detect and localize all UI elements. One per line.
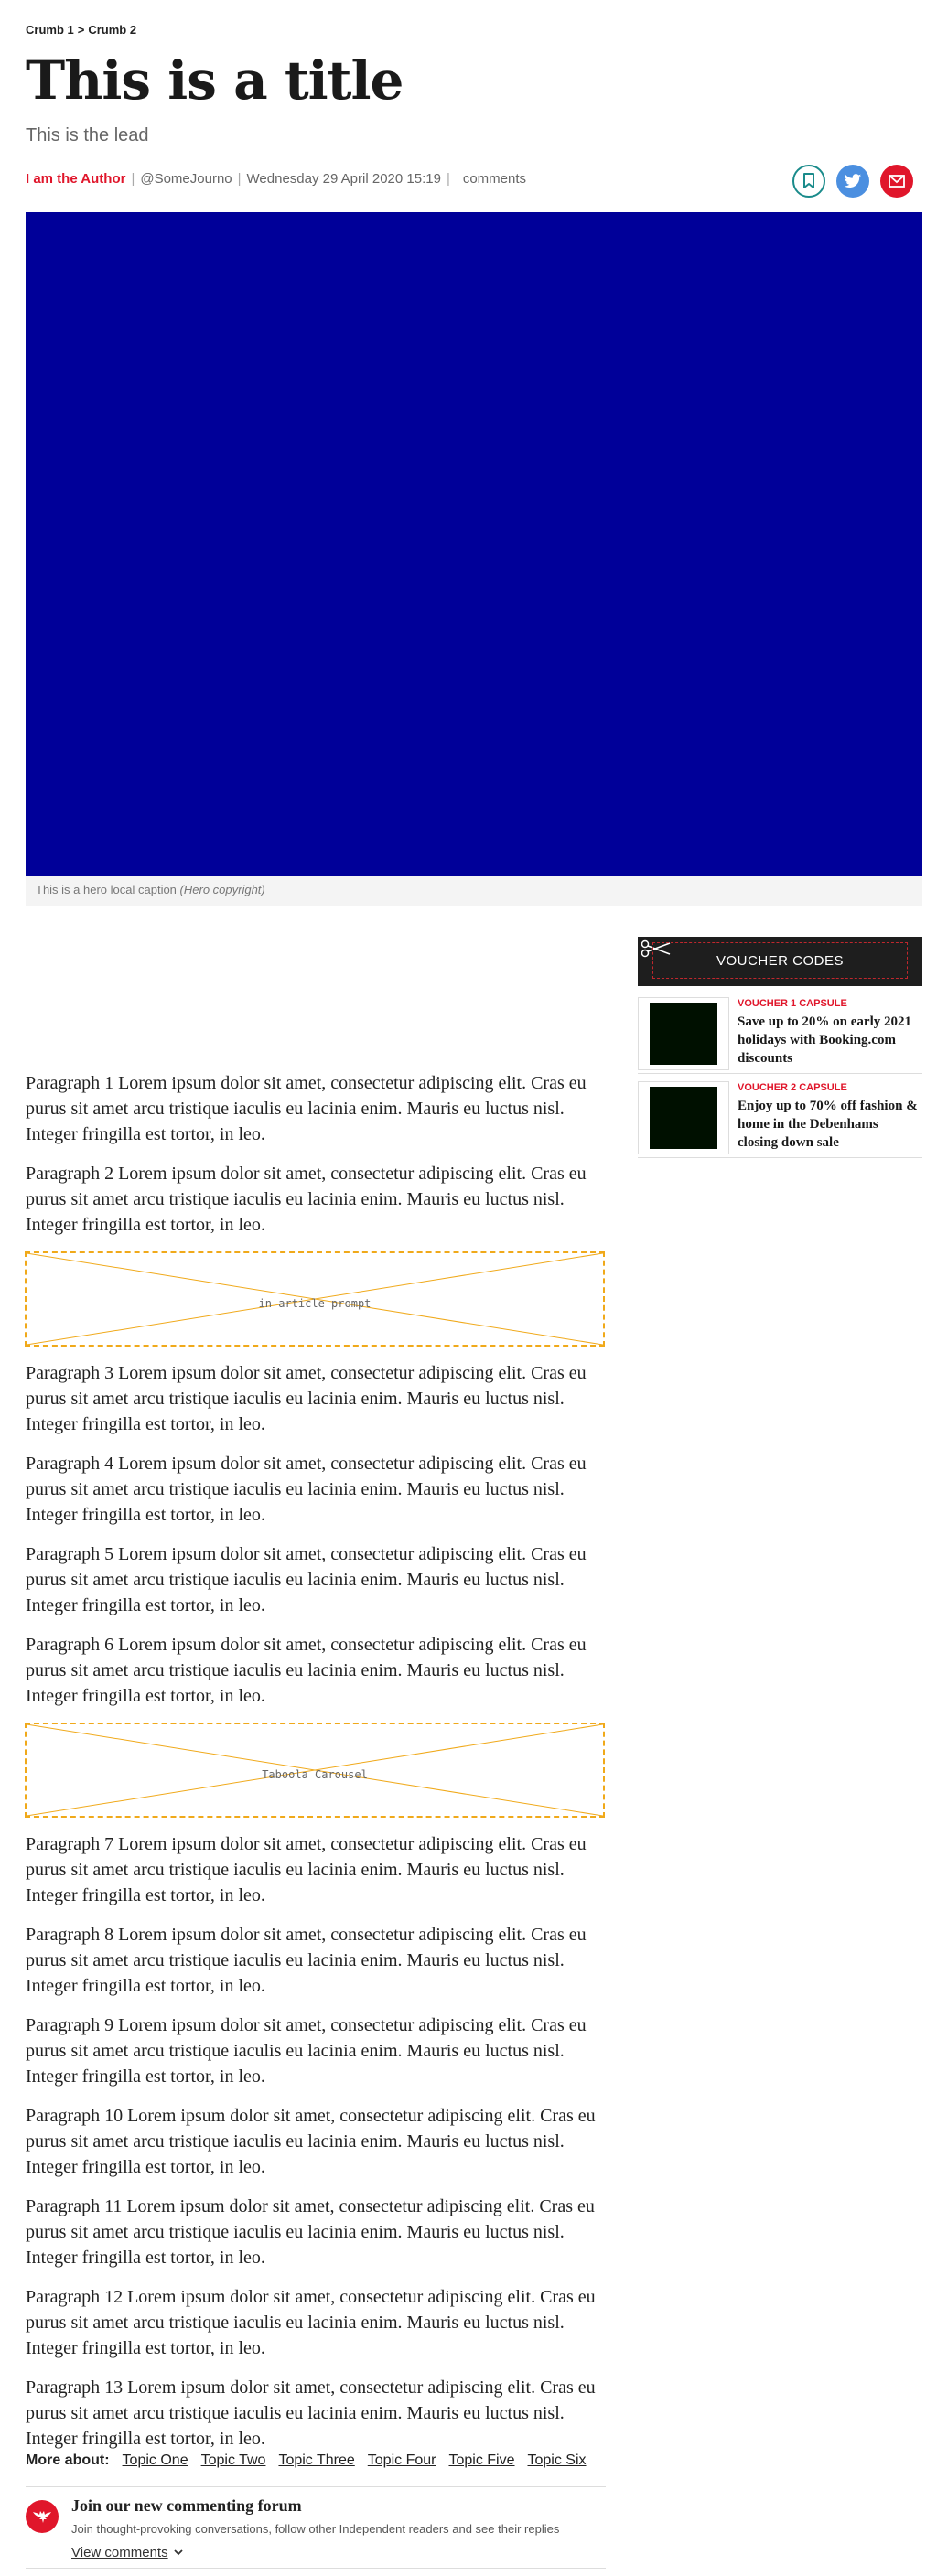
forum-heading: Join our new commenting forum	[71, 2496, 302, 2515]
byline-divider: |	[237, 171, 242, 187]
article-paragraph: Paragraph 2 Lorem ipsum dolor sit amet, …	[26, 1164, 587, 1235]
chevron-down-icon	[173, 2549, 183, 2556]
article-paragraph: Paragraph 9 Lorem ipsum dolor sit amet, …	[26, 2015, 587, 2087]
article-paragraph: Paragraph 4 Lorem ipsum dolor sit amet, …	[26, 1454, 587, 1525]
topic-link[interactable]: Topic Five	[448, 2453, 514, 2469]
comments-link[interactable]: comments	[463, 171, 526, 187]
author-link[interactable]: I am the Author	[26, 171, 125, 187]
ad-placeholder-in-article-prompt[interactable]: in article prompt	[25, 1251, 605, 1347]
ad-placeholder-taboola-carousel[interactable]: Taboola Carousel	[25, 1723, 605, 1818]
voucher-thumbnail-frame	[638, 997, 729, 1070]
voucher-thumbnail	[650, 1087, 717, 1149]
email-share-button[interactable]	[880, 165, 913, 198]
view-comments-button[interactable]: View comments	[71, 2545, 183, 2560]
voucher-tag: VOUCHER 2 CAPSULE	[738, 1082, 847, 1093]
bookmark-icon	[803, 173, 814, 188]
breadcrumb: Crumb 1 > Crumb 2	[26, 23, 136, 37]
article-body: Paragraph 1 Lorem ipsum dolor sit amet, …	[25, 1070, 605, 2465]
caption-copyright: (Hero copyright)	[179, 883, 265, 896]
breadcrumb-item-crumb-2[interactable]: Crumb 2	[88, 23, 136, 37]
forum-description: Join thought-provoking conversations, fo…	[71, 2522, 560, 2536]
article-paragraph: Paragraph 11 Lorem ipsum dolor sit amet,…	[26, 2196, 595, 2268]
voucher-thumbnail	[650, 1003, 717, 1065]
article-lead: This is the lead	[26, 125, 149, 145]
caption-text: This is a hero local caption	[36, 883, 177, 896]
breadcrumb-item-crumb-1[interactable]: Crumb 1	[26, 23, 74, 37]
author-handle[interactable]: @SomeJourno	[140, 171, 232, 187]
voucher-headline[interactable]: Save up to 20% on early 2021 holidays wi…	[738, 1013, 921, 1068]
voucher-codes-title: VOUCHER CODES	[652, 942, 908, 979]
view-comments-label: View comments	[71, 2545, 168, 2560]
article-paragraph: Paragraph 8 Lorem ipsum dolor sit amet, …	[26, 1925, 587, 1996]
breadcrumb-separator: >	[77, 23, 85, 37]
article-paragraph: Paragraph 13 Lorem ipsum dolor sit amet,…	[26, 2377, 596, 2449]
hero-caption: This is a hero local caption (Hero copyr…	[26, 876, 922, 906]
topic-link[interactable]: Topic One	[123, 2453, 188, 2469]
commenting-forum-prompt: Join our new commenting forum Join thoug…	[26, 2486, 606, 2569]
topic-link[interactable]: Topic Three	[278, 2453, 354, 2469]
byline-divider: |	[131, 171, 135, 187]
voucher-thumbnail-frame	[638, 1081, 729, 1154]
topic-link[interactable]: Topic Four	[368, 2453, 436, 2469]
email-icon	[889, 175, 905, 188]
article-paragraph: Paragraph 1 Lorem ipsum dolor sit amet, …	[26, 1073, 587, 1144]
voucher-codes-header[interactable]: VOUCHER CODES	[638, 937, 922, 986]
article-paragraph: Paragraph 5 Lorem ipsum dolor sit amet, …	[26, 1544, 587, 1615]
share-bar	[792, 165, 913, 198]
independent-eagle-logo	[26, 2500, 59, 2533]
topic-link[interactable]: Topic Six	[528, 2453, 587, 2469]
byline-divider: |	[446, 171, 450, 187]
twitter-icon	[844, 173, 862, 188]
voucher-tag: VOUCHER 1 CAPSULE	[738, 998, 847, 1009]
article-paragraph: Paragraph 12 Lorem ipsum dolor sit amet,…	[26, 2287, 596, 2358]
article-paragraph: Paragraph 7 Lorem ipsum dolor sit amet, …	[26, 1834, 587, 1905]
voucher-headline[interactable]: Enjoy up to 70% off fashion & home in th…	[738, 1097, 921, 1152]
voucher-card[interactable]: VOUCHER 1 CAPSULE Save up to 20% on earl…	[638, 995, 922, 1074]
article-paragraph: Paragraph 6 Lorem ipsum dolor sit amet, …	[26, 1635, 587, 1706]
topic-link[interactable]: Topic Two	[201, 2453, 266, 2469]
publish-date: Wednesday 29 April 2020 15:19	[246, 171, 441, 187]
ad-placeholder-label: Taboola Carousel	[262, 1768, 368, 1781]
more-about-label: More about:	[26, 2453, 110, 2468]
byline: I am the Author | @SomeJourno | Wednesda…	[26, 171, 526, 187]
article-paragraph: Paragraph 10 Lorem ipsum dolor sit amet,…	[26, 2106, 596, 2177]
twitter-share-button[interactable]	[836, 165, 869, 198]
ad-placeholder-label: in article prompt	[258, 1297, 372, 1310]
eagle-icon	[33, 2511, 51, 2523]
bookmark-button[interactable]	[792, 165, 825, 198]
more-about-topics: More about: Topic One Topic Two Topic Th…	[26, 2453, 587, 2469]
hero-image	[26, 212, 922, 876]
article-paragraph: Paragraph 3 Lorem ipsum dolor sit amet, …	[26, 1363, 587, 1434]
page-title: This is a title	[26, 49, 404, 112]
voucher-card[interactable]: VOUCHER 2 CAPSULE Enjoy up to 70% off fa…	[638, 1079, 922, 1158]
